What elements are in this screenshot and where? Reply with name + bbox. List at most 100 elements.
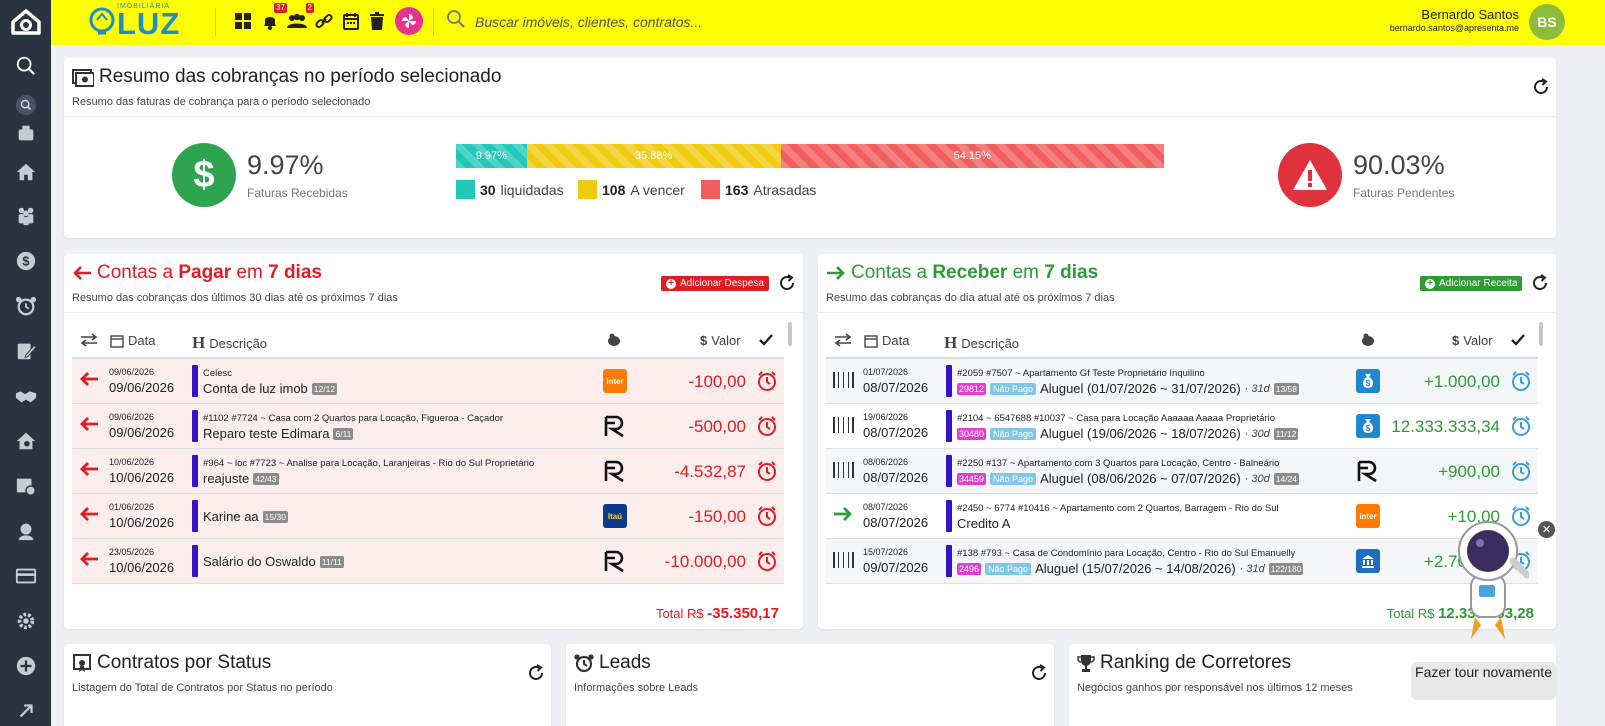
row-description[interactable]: Conta de luz imob [203,381,308,396]
tour-button[interactable]: Fazer tour novamente [1411,662,1556,700]
barcode-icon[interactable] [832,416,859,439]
clock-icon[interactable] [1510,460,1532,487]
calendar-clock-icon[interactable] [0,471,51,501]
home-icon[interactable] [0,157,51,187]
astronaut-icon[interactable] [1447,513,1531,643]
row-description[interactable]: Karine aa [203,509,259,524]
col-valor[interactable]: $ Valor [700,333,741,348]
col-data[interactable]: Data [110,333,155,348]
swap-icon[interactable] [834,333,852,347]
barcode-icon[interactable] [832,551,859,574]
table-row[interactable]: 23/05/2026 10/06/2026 Salário do Oswaldo 11… [72,539,784,584]
app-logo-icon[interactable] [0,0,51,44]
table-row[interactable]: 01/06/2026 10/06/2026 Karine aa 15/30 Itaú -1… [72,494,784,539]
notification-bell-icon[interactable]: 37 [258,3,287,33]
scrollbar[interactable] [788,322,792,346]
add-revenue-button[interactable]: + Adicionar Receita [1420,276,1523,291]
plus-icon: + [1425,278,1435,289]
search-icon[interactable] [446,9,466,34]
search-icon[interactable] [0,51,51,81]
money-icon[interactable]: $ [0,246,51,276]
ticket-icon[interactable] [0,561,51,591]
clock-icon[interactable] [1510,370,1532,397]
quick-search-icon[interactable] [0,90,51,120]
support-agent-icon[interactable] [0,516,51,546]
expand-arrow-icon[interactable] [0,696,51,726]
refresh-icon[interactable] [1531,274,1549,292]
col-descricao[interactable]: H Descrição [944,333,1019,353]
table-row[interactable]: 19/06/2026 08/07/2026 #2104 ~ 6547688 #100… [826,404,1538,449]
row-description[interactable]: Reparo teste Edimara [203,426,329,441]
scale-icon[interactable] [0,118,51,148]
clock-icon[interactable] [1510,415,1532,442]
barcode-icon[interactable] [832,371,859,394]
add-expense-button[interactable]: + Adicionar Despesa [661,276,769,291]
swap-icon[interactable] [80,333,98,347]
status-progress-bar: 9.97% 35.88% 54.15% [456,144,1164,168]
svg-text:$: $ [22,254,29,269]
settings-icon[interactable] [0,606,51,636]
table-row[interactable]: 08/07/2026 08/07/2026 #2450 ~ 6774 #10416 … [826,494,1538,539]
row-description[interactable]: Aluguel (08/06/2026 ~ 07/07/2026) [1040,471,1241,486]
clock-icon[interactable] [756,415,778,442]
row-description[interactable]: reajuste [203,471,249,486]
arrow-right-icon[interactable] [832,506,854,527]
check-icon[interactable] [1510,333,1526,347]
clock-icon[interactable] [756,460,778,487]
table-row[interactable]: 09/06/2026 09/06/2026 Celesc Conta de luz i… [72,359,784,404]
col-data[interactable]: Data [864,333,909,348]
link-icon[interactable] [312,9,336,33]
scrollbar[interactable] [1539,322,1543,346]
search-input[interactable] [475,8,1035,36]
refresh-icon[interactable] [1030,664,1048,682]
refresh-icon[interactable] [527,664,545,682]
arrow-left-icon[interactable] [78,506,100,527]
row-description[interactable]: Aluguel (15/07/2026 ~ 14/08/2026) [1035,561,1236,576]
table-row[interactable]: 08/06/2026 08/07/2026 #2250 #137 ~ Apartam… [826,449,1538,494]
clock-icon[interactable] [756,370,778,397]
legend-label: liquidadas [500,181,564,198]
row-description[interactable]: Salário do Oswaldo [203,554,316,569]
refresh-icon[interactable] [1532,78,1550,96]
pinwheel-icon[interactable] [395,7,423,35]
dashboard-grid-icon[interactable] [231,9,255,33]
col-data-label: Data [882,333,910,348]
row-description[interactable]: Credito A [957,516,1010,531]
alarm-icon[interactable] [0,291,51,321]
legend-label: A vencer [630,181,685,198]
row-description[interactable]: Aluguel (01/07/2026 ~ 31/07/2026) [1040,381,1241,396]
people-group-icon[interactable]: 2 [285,3,314,33]
avatar[interactable]: BS [1529,4,1565,40]
calendar-icon[interactable] [339,9,363,33]
table-row[interactable]: 01/07/2026 08/07/2026 #2059 #7507 ~ Aparta… [826,359,1538,404]
people-icon[interactable] [0,201,51,231]
barcode-icon[interactable] [832,461,859,484]
arrow-left-icon[interactable] [78,371,100,392]
row-desc-line: Reparo teste Edimara 6/11 [203,426,354,441]
arrow-left-icon[interactable] [78,461,100,482]
house-search-icon[interactable] [0,426,51,456]
clock-icon[interactable] [756,505,778,532]
handshake-icon[interactable] [0,381,51,411]
edit-document-icon[interactable] [0,336,51,366]
refresh-icon[interactable] [778,274,796,292]
table-row[interactable]: 15/07/2026 09/07/2026 #138 #793 ~ Casa de … [826,539,1538,584]
col-valor[interactable]: $ Valor [1452,333,1493,348]
table-row[interactable]: 09/06/2026 09/06/2026 #1102 #7724 ~ Casa c… [72,404,784,449]
arrow-left-icon[interactable] [78,416,100,437]
row-desc-line: 29812 Não Pago Aluguel (01/07/2026 ~ 31/07… [957,381,1300,396]
user-name[interactable]: Bernardo Santos [1421,7,1519,22]
add-circle-icon[interactable] [0,651,51,681]
row-date-original: 08/07/2026 [863,502,909,512]
check-icon[interactable] [758,333,774,347]
col-descricao[interactable]: H Descrição [192,333,267,353]
trash-icon[interactable] [365,9,389,33]
close-tour-icon[interactable]: × [1536,519,1557,540]
table-row[interactable]: 10/06/2026 10/06/2026 #964 ~ loc #7723 ~ A… [72,449,784,494]
row-meta: #2104 ~ 6547688 #10037 ~ Casa para Locaç… [957,413,1275,424]
row-color-bar [946,545,952,577]
arrow-left-icon[interactable] [78,551,100,572]
clock-icon[interactable] [756,550,778,577]
row-description[interactable]: Aluguel (19/06/2026 ~ 18/07/2026) [1040,426,1241,441]
brand-logo[interactable]: IMOBILIÁRIA LUZ [87,3,185,41]
